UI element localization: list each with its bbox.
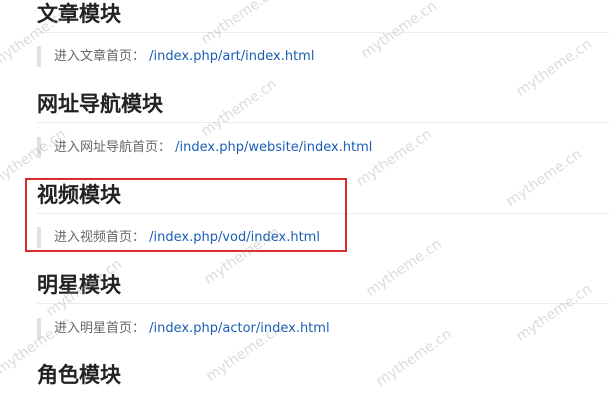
section-divider	[37, 213, 609, 214]
entry-article: 进入文章首页： /index.php/art/index.html	[37, 46, 314, 67]
entry-label-actor: 进入明星首页：	[54, 321, 146, 336]
section-divider	[37, 303, 609, 304]
entry-link-website[interactable]: /index.php/website/index.html	[175, 140, 372, 155]
entry-label-vod: 进入视频首页：	[54, 230, 146, 245]
entry-vod: 进入视频首页： /index.php/vod/index.html	[37, 227, 320, 248]
entry-link-article[interactable]: /index.php/art/index.html	[149, 49, 314, 64]
watermark-text: mytheme.cn	[503, 146, 585, 210]
section-title-article: 文章模块	[37, 2, 121, 26]
section-title-website: 网址导航模块	[37, 92, 163, 116]
section-title-vod: 视频模块	[37, 183, 121, 207]
watermark-text: mytheme.cn	[353, 126, 435, 190]
entry-link-vod[interactable]: /index.php/vod/index.html	[149, 230, 320, 245]
section-title-actor: 明星模块	[37, 273, 121, 297]
watermark-text: mytheme.cn	[363, 236, 445, 300]
watermark-text: mytheme.cn	[198, 0, 280, 48]
watermark-text: mytheme.cn	[513, 281, 595, 345]
entry-label-article: 进入文章首页：	[54, 49, 146, 64]
section-divider	[37, 32, 609, 33]
entry-label-website: 进入网址导航首页：	[54, 140, 172, 155]
section-title-role: 角色模块	[37, 363, 121, 387]
entry-link-actor[interactable]: /index.php/actor/index.html	[149, 321, 329, 336]
section-divider	[37, 122, 609, 123]
entry-actor: 进入明星首页： /index.php/actor/index.html	[37, 318, 330, 339]
watermark-text: mytheme.cn	[513, 36, 595, 100]
watermark-text: mytheme.cn	[358, 0, 440, 62]
entry-website: 进入网址导航首页： /index.php/website/index.html	[37, 137, 372, 158]
watermark-text: mytheme.cn	[198, 76, 280, 140]
watermark-text: mytheme.cn	[373, 326, 455, 390]
module-list-page: 文章模块 进入文章首页： /index.php/art/index.html 网…	[0, 0, 609, 394]
